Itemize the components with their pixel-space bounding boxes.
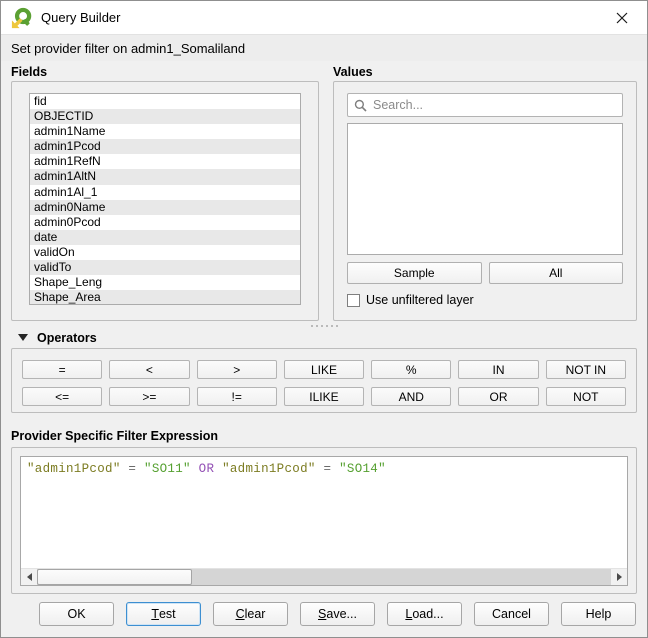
field-item-fid[interactable]: fid [30, 94, 300, 109]
search-icon [354, 99, 367, 112]
field-item-validOn[interactable]: validOn [30, 245, 300, 260]
clear-button[interactable]: Clear [213, 602, 288, 626]
ok-button[interactable]: OK [39, 602, 114, 626]
operator-button-like[interactable]: LIKE [284, 360, 364, 379]
field-item-admin0Name[interactable]: admin0Name [30, 200, 300, 215]
fields-groupbox: fidOBJECTIDadmin1Nameadmin1Pcodadmin1Ref… [11, 81, 319, 321]
window-title: Query Builder [41, 10, 120, 25]
dialog-button-box: OK Test Clear Save... Load... Cancel Help [1, 594, 647, 637]
scroll-right-button[interactable] [611, 569, 627, 585]
horizontal-scrollbar[interactable] [21, 568, 627, 585]
field-item-validTo[interactable]: validTo [30, 260, 300, 275]
operator-button->[interactable]: > [197, 360, 277, 379]
fields-list[interactable]: fidOBJECTIDadmin1Nameadmin1Pcodadmin1Ref… [29, 93, 301, 305]
operators-row-1: = < > LIKE% IN NOT IN [22, 360, 626, 379]
load-button[interactable]: Load... [387, 602, 462, 626]
operator-button-or[interactable]: OR [458, 387, 538, 406]
scroll-left-icon [27, 573, 32, 581]
use-unfiltered-checkbox[interactable] [347, 294, 360, 307]
values-buttons-row: Sample All [347, 262, 623, 284]
test-button[interactable]: Test [126, 602, 201, 626]
expression-token-op: = [316, 462, 339, 476]
scroll-left-button[interactable] [21, 569, 37, 585]
expression-token-keyword: OR [191, 462, 222, 476]
operators-groupbox: = < > LIKE% IN NOT IN <= >= != ILIKE AND OR NOT [11, 348, 637, 413]
use-unfiltered-label: Use unfiltered layer [366, 293, 474, 307]
collapse-arrow-icon [18, 334, 28, 341]
title-bar: Query Builder [1, 1, 647, 34]
operator-button-<[interactable]: < [109, 360, 189, 379]
operator-button-!=[interactable]: != [197, 387, 277, 406]
close-button[interactable] [605, 4, 639, 32]
close-icon [615, 11, 629, 25]
expression-token-field: "admin1Pcod" [27, 462, 121, 476]
field-item-admin1Pcod[interactable]: admin1Pcod [30, 139, 300, 154]
pane-labels: Fields Values [1, 61, 647, 81]
operator-button-not-in[interactable]: NOT IN [546, 360, 626, 379]
provider-filter-caption: Set provider filter on admin1_Somaliland [11, 41, 245, 56]
field-item-admin1RefN[interactable]: admin1RefN [30, 154, 300, 169]
operator-button-ilike[interactable]: ILIKE [284, 387, 364, 406]
values-list[interactable] [347, 123, 623, 255]
scrollbar-thumb[interactable] [37, 569, 192, 585]
fields-label: Fields [11, 65, 333, 79]
scrollbar-track[interactable] [192, 569, 611, 585]
expression-groupbox: "admin1Pcod" = "SO11" OR "admin1Pcod" = … [11, 447, 637, 594]
operators-row-2: <= >= != ILIKE AND OR NOT [22, 387, 626, 406]
all-button[interactable]: All [489, 262, 624, 284]
values-label: Values [333, 65, 373, 79]
expression-label: Provider Specific Filter Expression [11, 429, 218, 443]
expression-editor[interactable]: "admin1Pcod" = "SO11" OR "admin1Pcod" = … [20, 456, 628, 586]
field-item-admin1AltN[interactable]: admin1AltN [30, 169, 300, 184]
field-item-date[interactable]: date [30, 230, 300, 245]
expression-token-op: = [121, 462, 144, 476]
save-button[interactable]: Save... [300, 602, 375, 626]
operator-button->=[interactable]: >= [109, 387, 189, 406]
expression-token-field: "admin1Pcod" [222, 462, 316, 476]
field-item-OBJECTID[interactable]: OBJECTID [30, 109, 300, 124]
expression-label-row: Provider Specific Filter Expression [1, 413, 647, 447]
search-placeholder: Search... [373, 98, 423, 112]
expression-token-string: "SO11" [144, 462, 191, 476]
operators-label: Operators [37, 331, 97, 345]
sample-button[interactable]: Sample [347, 262, 482, 284]
top-panes: fidOBJECTIDadmin1Nameadmin1Pcodadmin1Ref… [1, 81, 647, 321]
operator-button-%[interactable]: % [371, 360, 451, 379]
field-item-admin1Al_1[interactable]: admin1Al_1 [30, 185, 300, 200]
operator-button-=[interactable]: = [22, 360, 102, 379]
operator-button-and[interactable]: AND [371, 387, 451, 406]
operator-button-in[interactable]: IN [458, 360, 538, 379]
values-groupbox: Search... Sample All Use unfiltered laye… [333, 81, 637, 321]
qgis-logo-icon [11, 7, 33, 29]
cancel-button[interactable]: Cancel [474, 602, 549, 626]
operator-button-<=[interactable]: <= [22, 387, 102, 406]
query-builder-dialog: Query Builder Set provider filter on adm… [0, 0, 648, 638]
scroll-right-icon [617, 573, 622, 581]
help-button[interactable]: Help [561, 602, 636, 626]
expression-text[interactable]: "admin1Pcod" = "SO11" OR "admin1Pcod" = … [21, 457, 627, 568]
values-search-input[interactable]: Search... [347, 93, 623, 117]
subtitle-bar: Set provider filter on admin1_Somaliland [1, 34, 647, 61]
use-unfiltered-row: Use unfiltered layer [347, 292, 623, 308]
splitter-handle[interactable] [1, 321, 647, 330]
field-item-Shape_Area[interactable]: Shape_Area [30, 290, 300, 305]
field-item-admin0Pcod[interactable]: admin0Pcod [30, 215, 300, 230]
operators-header[interactable]: Operators [1, 330, 647, 348]
field-item-admin1Name[interactable]: admin1Name [30, 124, 300, 139]
expression-token-string: "SO14" [339, 462, 386, 476]
operator-button-not[interactable]: NOT [546, 387, 626, 406]
field-item-Shape_Leng[interactable]: Shape_Leng [30, 275, 300, 290]
